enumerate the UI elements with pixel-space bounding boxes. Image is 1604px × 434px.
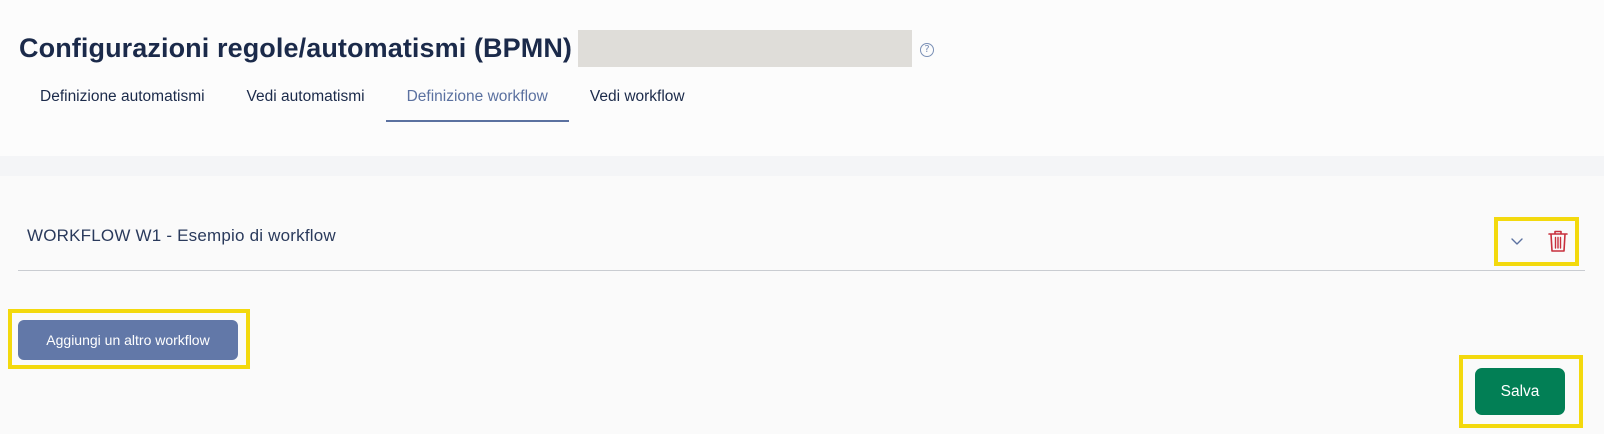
workflow-divider (18, 270, 1585, 271)
workflow-panel (0, 176, 1604, 434)
tab-bar: Definizione automatismi Vedi automatismi… (19, 78, 706, 122)
tab-definizione-workflow[interactable]: Definizione workflow (385, 78, 569, 122)
tab-vedi-workflow[interactable]: Vedi workflow (569, 78, 706, 122)
title-row: Configurazioni regole/automatismi (BPMN) (19, 30, 913, 67)
page-header: Configurazioni regole/automatismi (BPMN)… (0, 0, 1604, 156)
tab-definizione-automatismi[interactable]: Definizione automatismi (19, 78, 226, 122)
add-workflow-button[interactable]: Aggiungi un altro workflow (18, 320, 238, 360)
chevron-down-icon[interactable] (1508, 232, 1526, 250)
redacted-block (578, 30, 913, 67)
tab-vedi-automatismi[interactable]: Vedi automatismi (226, 78, 386, 122)
help-icon[interactable]: ? (920, 43, 934, 57)
page-title: Configurazioni regole/automatismi (BPMN) (19, 33, 573, 63)
save-button[interactable]: Salva (1475, 368, 1565, 415)
section-separator (0, 156, 1604, 176)
workflow-title[interactable]: WORKFLOW W1 - Esempio di workflow (27, 226, 336, 246)
trash-icon[interactable] (1547, 229, 1569, 253)
